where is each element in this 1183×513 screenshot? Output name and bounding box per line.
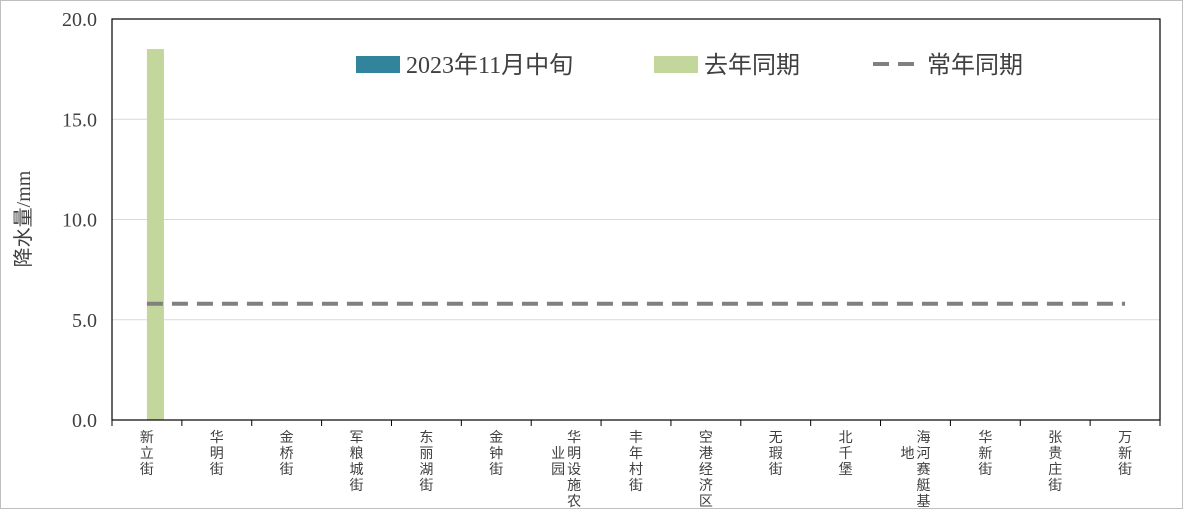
x-category-char: 堡 <box>839 462 853 478</box>
x-category-label: 丰年村街 <box>629 430 643 494</box>
x-category-char: 海 <box>916 430 930 446</box>
x-category-char: 街 <box>140 462 154 478</box>
legend-label: 2023年11月中旬 <box>406 52 573 79</box>
y-tick-label: 0.0 <box>72 410 97 432</box>
x-category-char: 华 <box>978 430 992 446</box>
x-category-label: 万新街 <box>1118 431 1132 478</box>
y-tick-label: 10.0 <box>62 210 97 232</box>
legend-item: 常年同期 <box>873 52 1023 79</box>
x-axis-categories: 新立街华明街金桥街军粮城街东丽湖街金钟街华明设施农业园丰年村街空港经济区无瑕街北… <box>140 430 1132 510</box>
x-category-char: 街 <box>1048 478 1062 494</box>
x-category-char: 地 <box>900 446 914 462</box>
legend-swatch <box>356 56 400 73</box>
x-category-char: 村 <box>629 462 643 478</box>
x-category-char: 瑕 <box>769 447 783 462</box>
x-category-char: 街 <box>489 462 503 478</box>
x-category-char: 桥 <box>280 446 294 462</box>
x-category-char: 明 <box>567 447 581 462</box>
x-category-char: 设 <box>567 462 581 478</box>
legend-item: 去年同期 <box>654 52 800 79</box>
x-category-char: 街 <box>350 478 364 494</box>
x-category-char: 庄 <box>1048 461 1062 478</box>
y-axis-label: 降水量/mm <box>12 170 35 267</box>
x-category-char: 艇 <box>916 478 930 494</box>
x-category-char: 金 <box>280 430 294 446</box>
x-category-char: 园 <box>551 463 565 478</box>
x-category-label: 金桥街 <box>280 430 294 478</box>
x-category-char: 张 <box>1048 430 1062 446</box>
x-category-label: 北千堡 <box>839 430 853 478</box>
x-category-char: 经 <box>699 462 713 478</box>
x-category-char: 新 <box>1118 446 1132 462</box>
x-category-char: 粮 <box>350 446 364 462</box>
x-category-char: 明 <box>210 447 224 462</box>
x-category-label: 华新街 <box>978 430 992 478</box>
x-category-char: 新 <box>140 430 154 446</box>
x-category-char: 无 <box>769 431 783 446</box>
x-category-label: 东丽湖街 <box>419 430 433 494</box>
x-category-char: 华 <box>210 430 224 446</box>
x-category-char: 施 <box>567 478 581 494</box>
x-category-char: 河 <box>916 446 930 462</box>
x-category-label: 金钟街 <box>489 430 503 478</box>
x-category-char: 业 <box>551 446 565 462</box>
x-category-char: 华 <box>567 430 581 446</box>
y-tick-label: 20.0 <box>62 9 97 31</box>
x-category-char: 万 <box>1118 431 1132 446</box>
x-category-char: 丽 <box>419 447 433 462</box>
x-category-char: 贵 <box>1048 446 1062 462</box>
x-category-char: 年 <box>629 446 643 462</box>
legend: 2023年11月中旬 去年同期 常年同期 <box>356 52 1023 79</box>
legend-swatch <box>654 56 698 73</box>
legend-item: 2023年11月中旬 <box>356 52 573 79</box>
x-category-char: 港 <box>699 446 713 462</box>
x-category-char: 赛 <box>916 462 930 478</box>
x-category-label: 华明街 <box>210 430 224 478</box>
x-category-char: 东 <box>419 430 433 446</box>
x-category-char: 湖 <box>419 462 433 478</box>
y-tick-label: 15.0 <box>62 109 97 131</box>
chart-frame: 0.0 5.0 10.0 15.0 20.0 新立街华明街金桥街军粮城街东丽湖街金钟街华… <box>0 0 1183 510</box>
x-category-label: 新立街 <box>140 430 154 478</box>
x-category-label: 无瑕街 <box>769 431 783 478</box>
x-category-char: 基 <box>916 493 930 508</box>
x-category-char: 区 <box>699 494 713 508</box>
x-category-char: 街 <box>210 462 224 478</box>
x-category-label: 空港经济区 <box>699 430 713 510</box>
x-category-char: 千 <box>839 446 853 462</box>
x-category-char: 街 <box>769 462 783 478</box>
x-category-char: 军 <box>350 431 364 446</box>
x-category-char: 北 <box>839 430 853 446</box>
legend-label: 去年同期 <box>704 52 800 79</box>
x-category-char: 金 <box>489 430 503 446</box>
x-category-char: 钟 <box>489 445 503 462</box>
x-category-char: 空 <box>699 430 713 446</box>
x-category-char: 丰 <box>629 430 643 446</box>
bars <box>146 49 164 420</box>
y-tick-label: 5.0 <box>72 310 97 332</box>
gridlines <box>112 118 1160 321</box>
x-category-char: 城 <box>350 462 364 478</box>
x-category-char: 街 <box>978 462 992 478</box>
x-category-label: 海河赛艇基 地 <box>900 430 930 510</box>
x-category-label: 军粮城街 <box>350 431 364 494</box>
x-category-char: 街 <box>280 462 294 478</box>
legend-label: 常年同期 <box>927 52 1023 79</box>
x-category-label: 华明设施农 业园 <box>551 430 581 510</box>
x-category-char: 立 <box>140 446 154 462</box>
precipitation-chart: 0.05.010.015.020.0 新立街华明街金桥街军粮城街东丽湖街金钟街华… <box>12 9 1161 510</box>
x-category-char: 济 <box>699 478 713 494</box>
x-category-char: 农 <box>567 494 581 508</box>
bar-last-year <box>146 49 164 420</box>
x-category-label: 张贵庄街 <box>1048 430 1062 494</box>
x-category-char: 新 <box>978 446 992 462</box>
x-category-char: 街 <box>419 478 433 494</box>
x-category-char: 街 <box>1118 462 1132 478</box>
x-category-char: 街 <box>629 478 643 494</box>
